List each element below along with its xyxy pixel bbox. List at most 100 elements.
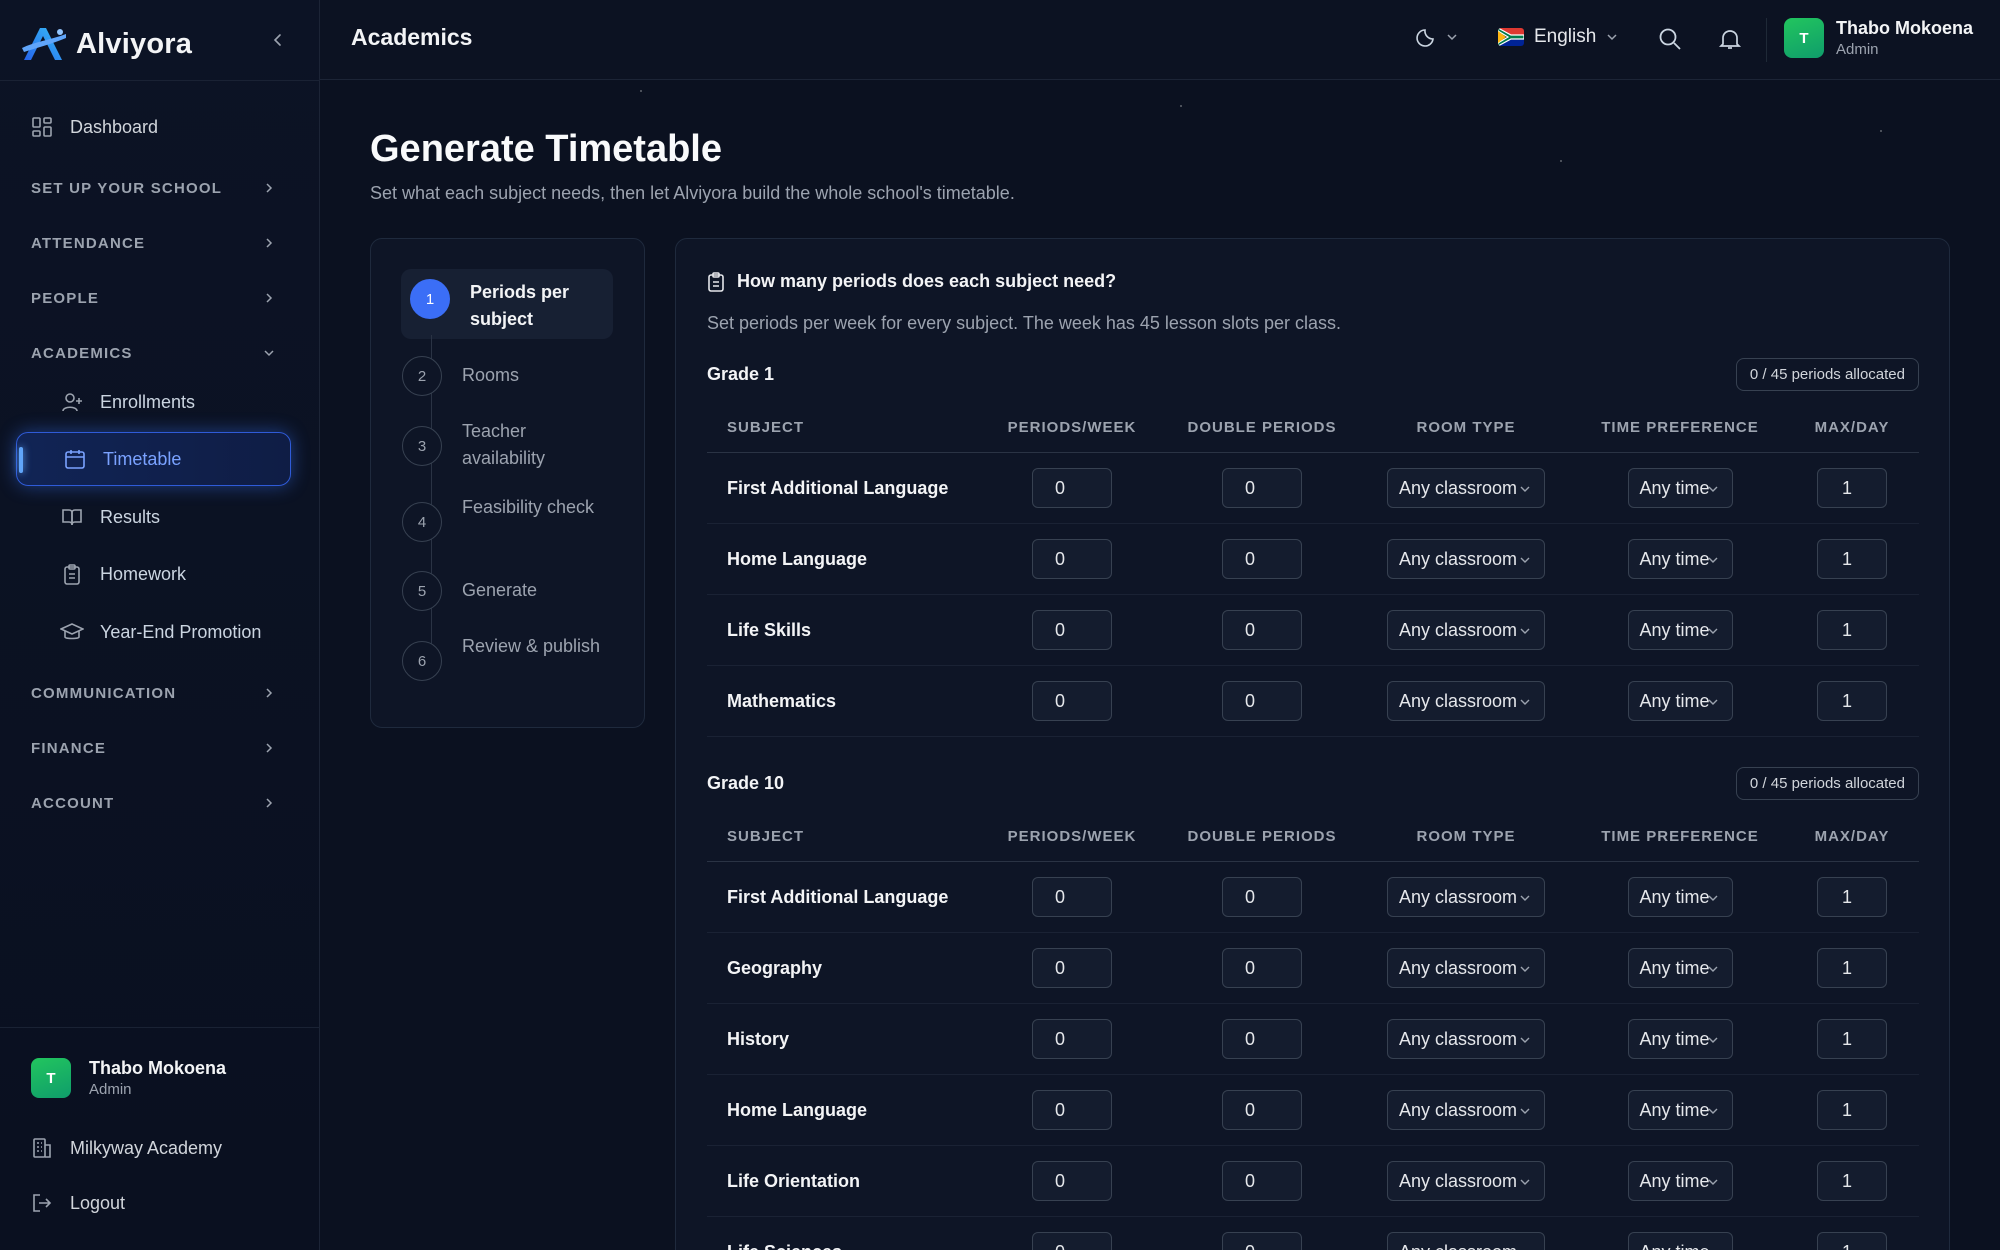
subject-name: Life Sciences — [707, 1242, 977, 1250]
time-preference-select[interactable]: Any time — [1627, 877, 1733, 917]
periods-per-week-input[interactable]: 0 — [1032, 877, 1112, 917]
time-preference-value: Any time — [1639, 1028, 1710, 1049]
sidebar-item-dashboard[interactable]: Dashboard — [30, 107, 158, 147]
step-teacher-availability[interactable]: 3 Teacher availability — [402, 421, 612, 472]
logout-button[interactable]: Logout — [30, 1183, 125, 1223]
column-header: DOUBLE PERIODS — [1187, 828, 1337, 845]
school-name: Milkyway Academy — [70, 1137, 223, 1158]
step-periods-per-subject[interactable]: 1 Periods per subject — [401, 269, 613, 339]
max-per-day-input[interactable]: 1 — [1817, 468, 1887, 508]
column-header: ROOM TYPE — [1416, 828, 1516, 845]
step-number: 5 — [402, 571, 442, 611]
room-type-select[interactable]: Any classroom — [1387, 1161, 1545, 1201]
max-per-day-input[interactable]: 1 — [1817, 877, 1887, 917]
max-per-day-input[interactable]: 1 — [1817, 948, 1887, 988]
max-per-day-input[interactable]: 1 — [1817, 1090, 1887, 1130]
table-row: Life Skills 0 0 Any classroom Any time 1 — [707, 595, 1919, 666]
periods-per-week-input[interactable]: 0 — [1032, 610, 1112, 650]
periods-per-week-input[interactable]: 0 — [1032, 539, 1112, 579]
room-type-select[interactable]: Any classroom — [1387, 948, 1545, 988]
periods-per-week-input[interactable]: 0 — [1032, 681, 1112, 721]
search-button[interactable] — [1658, 27, 1682, 56]
double-periods-input[interactable]: 0 — [1222, 1090, 1302, 1130]
max-per-day-input[interactable]: 1 — [1817, 1019, 1887, 1059]
double-periods-input[interactable]: 0 — [1222, 1232, 1302, 1250]
brand-logo[interactable]: Alviyora — [20, 22, 192, 66]
room-type-select[interactable]: Any classroom — [1387, 681, 1545, 721]
max-per-day-input[interactable]: 1 — [1817, 681, 1887, 721]
sidebar-item-homework[interactable]: Homework — [60, 554, 186, 594]
theme-toggle[interactable] — [1416, 26, 1458, 48]
header-user-menu[interactable]: T Thabo Mokoena Admin — [1784, 18, 1973, 58]
room-type-select[interactable]: Any classroom — [1387, 1019, 1545, 1059]
double-periods-input[interactable]: 0 — [1222, 1161, 1302, 1201]
step-label: Review & publish — [462, 636, 601, 656]
time-preference-select[interactable]: Any time — [1627, 1090, 1733, 1130]
time-preference-value: Any time — [1639, 957, 1710, 978]
room-type-select[interactable]: Any classroom — [1387, 877, 1545, 917]
max-per-day-input[interactable]: 1 — [1817, 539, 1887, 579]
sidebar-item-school[interactable]: Milkyway Academy — [30, 1128, 222, 1168]
double-periods-input[interactable]: 0 — [1222, 539, 1302, 579]
notifications-button[interactable] — [1718, 27, 1742, 56]
double-periods-input[interactable]: 0 — [1222, 468, 1302, 508]
step-review-publish[interactable]: 6 Review & publish — [402, 636, 612, 681]
double-periods-input[interactable]: 0 — [1222, 948, 1302, 988]
max-per-day-input[interactable]: 1 — [1817, 1161, 1887, 1201]
step-feasibility-check[interactable]: 4 Feasibility check — [402, 497, 612, 542]
collapse-sidebar-button[interactable] — [266, 28, 290, 52]
step-generate[interactable]: 5 Generate — [402, 571, 612, 611]
chevron-right-icon — [266, 743, 273, 753]
max-per-day-input[interactable]: 1 — [1817, 610, 1887, 650]
sidebar-section-academics[interactable]: ACADEMICS — [31, 338, 275, 368]
sidebar-item-year-end-promotion[interactable]: Year-End Promotion — [60, 612, 261, 652]
sidebar-section-setup[interactable]: SET UP YOUR SCHOOL — [31, 173, 275, 203]
time-preference-select[interactable]: Any time — [1627, 948, 1733, 988]
sidebar-section-account[interactable]: ACCOUNT — [31, 788, 275, 818]
time-preference-select[interactable]: Any time — [1627, 1161, 1733, 1201]
sidebar-item-enrollments[interactable]: Enrollments — [60, 382, 195, 422]
room-type-select[interactable]: Any classroom — [1387, 610, 1545, 650]
sidebar-section-communication[interactable]: COMMUNICATION — [31, 678, 275, 708]
room-type-select[interactable]: Any classroom — [1387, 468, 1545, 508]
column-header: MAX/DAY — [1814, 828, 1890, 845]
double-periods-input[interactable]: 0 — [1222, 1019, 1302, 1059]
sidebar-item-results[interactable]: Results — [60, 497, 160, 537]
double-periods-input[interactable]: 0 — [1222, 681, 1302, 721]
clipboard-icon — [708, 271, 724, 292]
room-type-select[interactable]: Any classroom — [1387, 1232, 1545, 1250]
double-periods-input[interactable]: 0 — [1222, 610, 1302, 650]
sidebar: Alviyora Dashboard SET UP YOUR SCHOOL AT… — [0, 0, 320, 1250]
room-type-select[interactable]: Any classroom — [1387, 1090, 1545, 1130]
periods-per-week-input[interactable]: 0 — [1032, 1232, 1112, 1250]
sidebar-user-card[interactable]: T Thabo Mokoena Admin — [31, 1058, 226, 1098]
column-header: ROOM TYPE — [1416, 419, 1516, 436]
time-preference-value: Any time — [1639, 1099, 1710, 1120]
table-header: SUBJECT PERIODS/WEEK DOUBLE PERIODS ROOM TY… — [707, 399, 1919, 453]
time-preference-select[interactable]: Any time — [1627, 539, 1733, 579]
sidebar-section-attendance[interactable]: ATTENDANCE — [31, 228, 275, 258]
time-preference-select[interactable]: Any time — [1627, 610, 1733, 650]
south-africa-flag-icon — [1498, 28, 1524, 46]
time-preference-select[interactable]: Any time — [1627, 681, 1733, 721]
sidebar-item-timetable[interactable]: Timetable — [16, 432, 291, 486]
language-select[interactable]: English — [1498, 26, 1618, 48]
max-per-day-input[interactable]: 1 — [1817, 1232, 1887, 1250]
chevron-left-icon — [273, 34, 281, 46]
double-periods-input[interactable]: 0 — [1222, 877, 1302, 917]
periods-per-week-input[interactable]: 0 — [1032, 1161, 1112, 1201]
room-type-select[interactable]: Any classroom — [1387, 539, 1545, 579]
chevron-down-icon — [1520, 1037, 1530, 1043]
time-preference-select[interactable]: Any time — [1627, 1019, 1733, 1059]
time-preference-select[interactable]: Any time — [1627, 468, 1733, 508]
periods-per-week-input[interactable]: 0 — [1032, 468, 1112, 508]
step-rooms[interactable]: 2 Rooms — [402, 356, 612, 396]
periods-per-week-input[interactable]: 0 — [1032, 948, 1112, 988]
sidebar-divider — [0, 1027, 320, 1028]
time-preference-select[interactable]: Any time — [1627, 1232, 1733, 1250]
sidebar-section-people[interactable]: PEOPLE — [31, 283, 275, 313]
periods-per-week-input[interactable]: 0 — [1032, 1090, 1112, 1130]
grade-block: Grade 10 0 / 45 periods allocated SUBJECT P… — [707, 766, 1919, 1250]
sidebar-section-finance[interactable]: FINANCE — [31, 733, 275, 763]
periods-per-week-input[interactable]: 0 — [1032, 1019, 1112, 1059]
